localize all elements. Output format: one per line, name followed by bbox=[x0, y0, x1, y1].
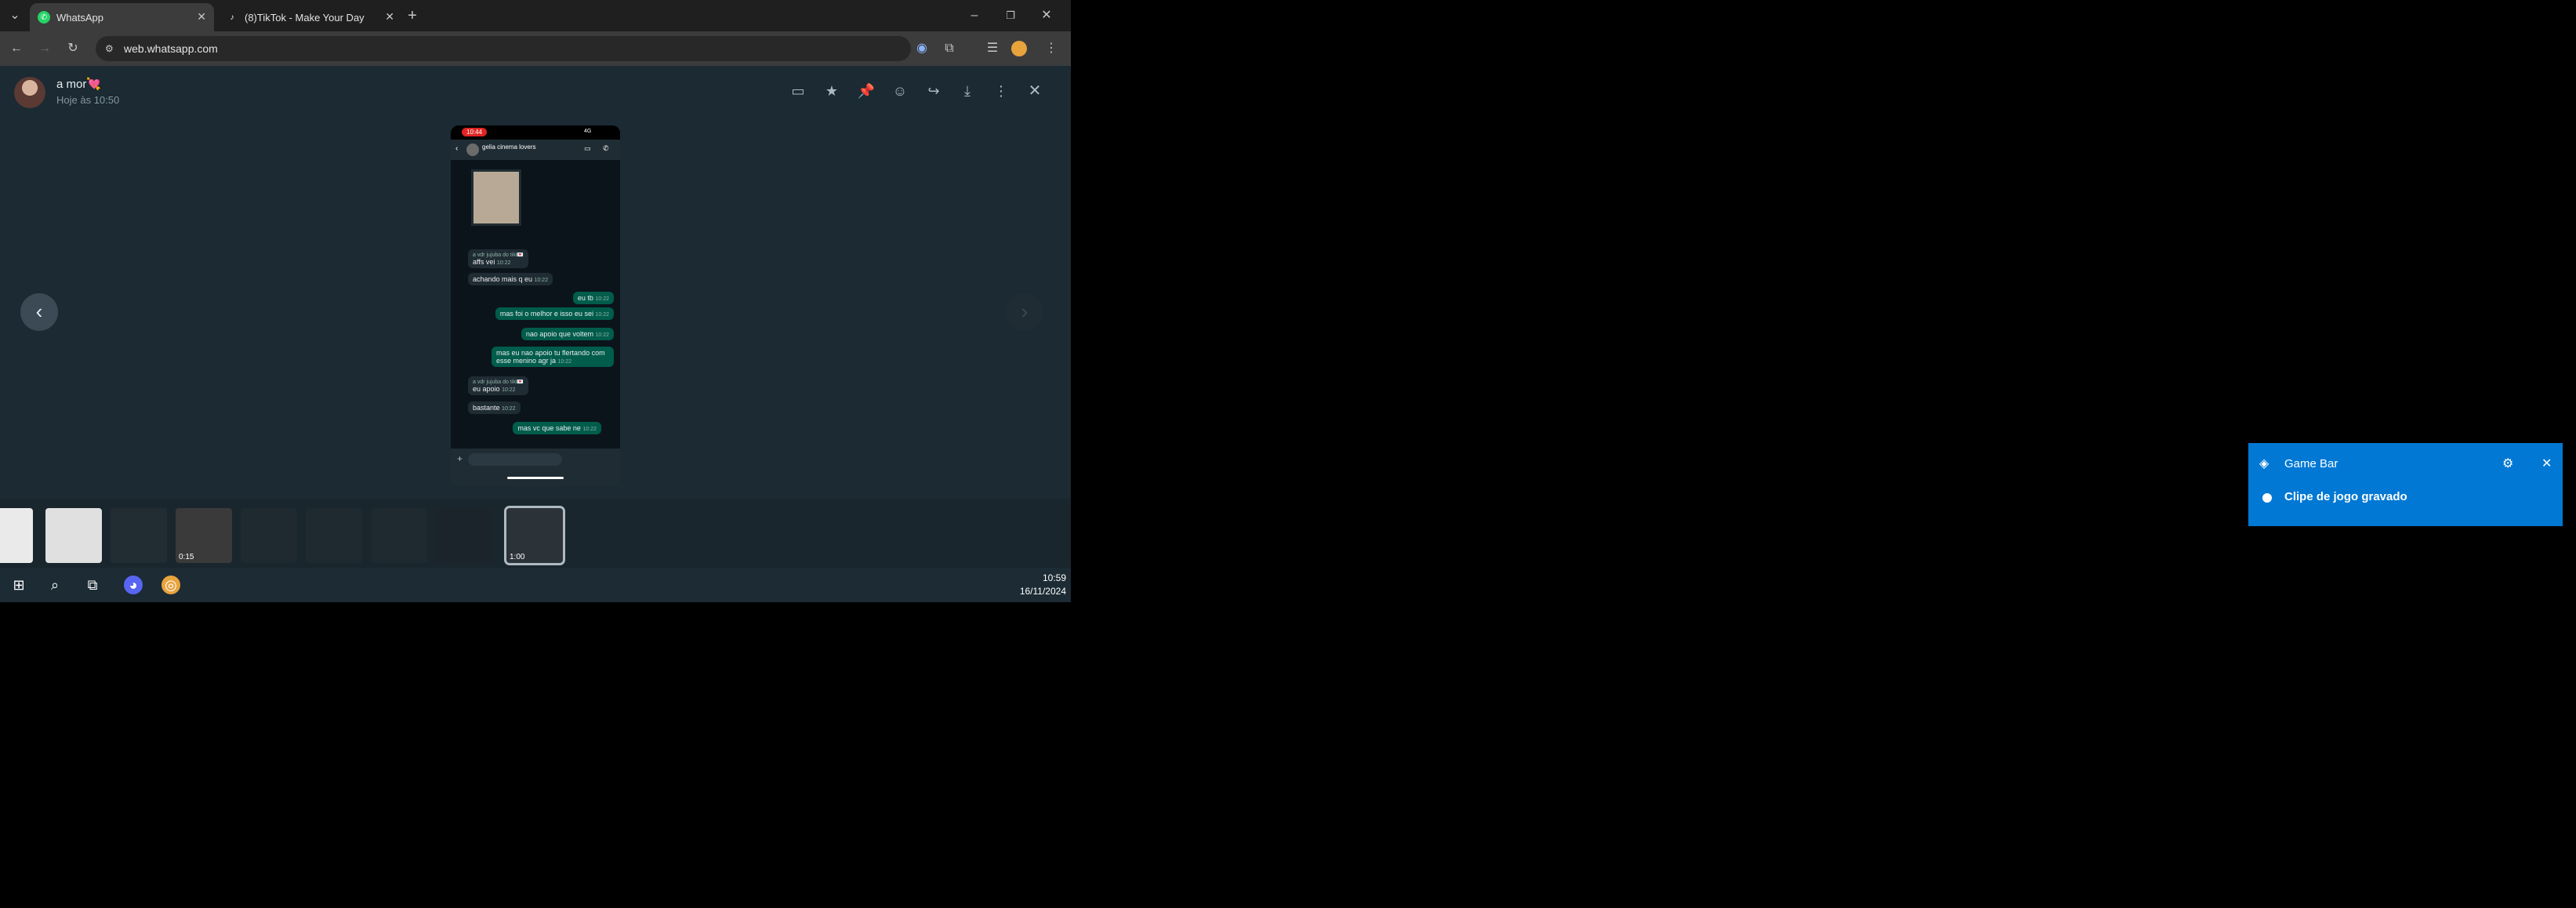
phone-message: bastante 10:22 bbox=[468, 401, 521, 414]
phone-message: achando mais q eu 10:22 bbox=[468, 273, 553, 285]
phone-message: nao apoio que voltem 10:22 bbox=[521, 328, 614, 340]
phone-text-field bbox=[468, 453, 562, 466]
tab-title: WhatsApp bbox=[56, 11, 103, 24]
phone-home-indicator bbox=[507, 477, 564, 479]
tiktok-favicon-icon: ♪ bbox=[230, 13, 234, 22]
close-tab-icon[interactable]: ✕ bbox=[197, 10, 206, 24]
extension-audio-icon[interactable]: ◉ bbox=[913, 40, 931, 57]
go-to-message-icon[interactable]: ▭ bbox=[789, 82, 807, 100]
site-info-icon[interactable]: ⚙ bbox=[105, 36, 114, 61]
next-media-button[interactable]: › bbox=[1006, 293, 1043, 331]
restore-icon[interactable]: ❐ bbox=[1002, 7, 1019, 24]
media-thumbnail[interactable] bbox=[0, 508, 33, 563]
window-close-icon[interactable]: ✕ bbox=[1038, 7, 1055, 24]
media-thumbnail[interactable] bbox=[111, 508, 167, 563]
windows-start-icon[interactable]: ⊞ bbox=[9, 576, 28, 594]
status-time: 10:44 bbox=[462, 128, 488, 136]
phone-input-bar: + bbox=[451, 449, 620, 486]
gamebar-logo-icon: ◈ bbox=[2259, 457, 2269, 470]
phone-back-icon: ‹ bbox=[455, 144, 459, 153]
star-icon[interactable]: ★ bbox=[822, 82, 841, 100]
video-duration-badge: 0:15 bbox=[179, 553, 194, 561]
thumbnail-strip: 0:15 1:00 bbox=[0, 499, 1071, 568]
tab-tiktok[interactable]: ♪ (8)TikTok - Make Your Day ✕ bbox=[218, 3, 402, 31]
media-timestamp: Hoje às 10:50 bbox=[56, 94, 120, 106]
phone-message: mas vc que sabe ne 10:22 bbox=[513, 422, 601, 434]
pin-icon[interactable]: 📌 bbox=[857, 82, 876, 100]
phone-chat-name: gelia cinema lovers bbox=[482, 143, 536, 151]
media-viewer: a mor💘 Hoje às 10:50 ▭ ★ 📌 ☺ ↪ ⤓ ⋮ ✕ 10:… bbox=[0, 66, 1071, 568]
video-duration-badge: 1:00 bbox=[510, 553, 525, 561]
reading-list-icon[interactable]: ☰ bbox=[984, 40, 1001, 57]
close-tab-icon[interactable]: ✕ bbox=[385, 10, 394, 24]
task-view-icon[interactable]: ⧉ bbox=[83, 576, 102, 594]
media-thumbnail[interactable] bbox=[436, 508, 492, 563]
status-signal: 4G bbox=[584, 129, 592, 134]
taskbar-search-icon[interactable]: ⌕ bbox=[45, 576, 64, 594]
media-thumbnail-selected[interactable]: 1:00 bbox=[504, 506, 565, 565]
forward-icon[interactable]: ↪ bbox=[924, 82, 943, 100]
address-bar[interactable]: ⚙ web.whatsapp.com bbox=[96, 36, 911, 61]
tab-search-icon[interactable]: ⌄ bbox=[6, 7, 24, 24]
previous-media-button[interactable]: ‹ bbox=[20, 293, 58, 331]
reload-icon[interactable]: ↻ bbox=[64, 40, 82, 57]
chrome-menu-icon[interactable]: ⋮ bbox=[1043, 40, 1060, 57]
clock-date: 16/11/2024 bbox=[1019, 586, 1066, 597]
settings-gear-icon[interactable]: ⚙ bbox=[2502, 456, 2513, 471]
phone-plus-icon: + bbox=[457, 453, 463, 464]
avatar[interactable] bbox=[14, 77, 45, 108]
phone-chat-avatar bbox=[466, 143, 479, 156]
viewer-header: a mor💘 Hoje às 10:50 ▭ ★ 📌 ☺ ↪ ⤓ ⋮ ✕ bbox=[0, 66, 1071, 116]
media-thumbnail[interactable] bbox=[371, 508, 427, 563]
discord-icon[interactable]: ◕ bbox=[124, 576, 143, 594]
extensions-icon[interactable]: ⧉ bbox=[941, 40, 958, 57]
gamebar-message: Clipe de jogo gravado bbox=[2284, 490, 2407, 503]
media-image: 10:44 4G ‹ gelia cinema lovers ▭ ✆ a vdr… bbox=[451, 125, 620, 486]
media-thumbnail[interactable]: 0:15 bbox=[176, 508, 232, 563]
chrome-taskbar-icon[interactable]: ◎ bbox=[161, 576, 180, 594]
phone-video-icon: ▭ bbox=[584, 144, 591, 152]
close-viewer-icon[interactable]: ✕ bbox=[1025, 82, 1044, 100]
close-notification-icon[interactable]: ✕ bbox=[2542, 456, 2552, 471]
phone-message: mas foi o melhor e isso eu sei 10:22 bbox=[495, 307, 614, 320]
phone-sticker-image bbox=[471, 169, 521, 226]
phone-chat-header: ‹ gelia cinema lovers ▭ ✆ bbox=[451, 140, 620, 160]
tab-strip: ⌄ ✆ WhatsApp ✕ ♪ (8)TikTok - Make Your D… bbox=[0, 0, 1071, 31]
whatsapp-favicon-icon: ✆ bbox=[38, 11, 50, 24]
url-text: web.whatsapp.com bbox=[124, 42, 218, 55]
phone-call-icon: ✆ bbox=[603, 144, 609, 152]
phone-message: a vdr jujuba do tiki💌 affs vei 10:22 bbox=[468, 249, 529, 268]
media-thumbnail[interactable] bbox=[45, 508, 102, 563]
media-thumbnail[interactable] bbox=[241, 508, 297, 563]
system-clock[interactable]: 10:59 16/11/2024 bbox=[1020, 572, 1066, 598]
tab-whatsapp[interactable]: ✆ WhatsApp ✕ bbox=[30, 3, 214, 31]
record-dot-icon bbox=[2262, 493, 2272, 503]
back-icon[interactable]: ← bbox=[8, 40, 25, 57]
forward-icon[interactable]: → bbox=[36, 40, 53, 57]
react-emoji-icon[interactable]: ☺ bbox=[891, 82, 909, 100]
gamebar-title: Game Bar bbox=[2284, 457, 2338, 470]
new-tab-icon[interactable]: + bbox=[404, 7, 421, 24]
gamebar-notification[interactable]: ◈ Game Bar ⚙ ✕ Clipe de jogo gravado bbox=[2248, 443, 2563, 526]
windows-taskbar: ⊞ ⌕ ⧉ ◕ ◎ 10:59 16/11/2024 bbox=[0, 568, 1071, 602]
more-options-icon[interactable]: ⋮ bbox=[992, 82, 1010, 100]
download-icon[interactable]: ⤓ bbox=[958, 82, 977, 100]
browser-window: ⌄ ✆ WhatsApp ✕ ♪ (8)TikTok - Make Your D… bbox=[0, 0, 1071, 602]
phone-message: eu tb 10:22 bbox=[572, 292, 614, 304]
clock-time: 10:59 bbox=[1042, 572, 1066, 583]
profile-avatar[interactable] bbox=[1011, 41, 1027, 56]
phone-message: a vdr jujuba do tiki💌 eu apoio 10:22 bbox=[468, 376, 529, 395]
tab-title: (8)TikTok - Make Your Day bbox=[245, 11, 365, 24]
contact-name[interactable]: a mor💘 bbox=[56, 77, 101, 91]
media-thumbnail[interactable] bbox=[306, 508, 362, 563]
phone-message: mas eu nao apoio tu flertando com esse m… bbox=[492, 347, 614, 367]
phone-status-bar: 10:44 4G bbox=[451, 125, 620, 140]
minimize-icon[interactable]: – bbox=[966, 7, 983, 24]
